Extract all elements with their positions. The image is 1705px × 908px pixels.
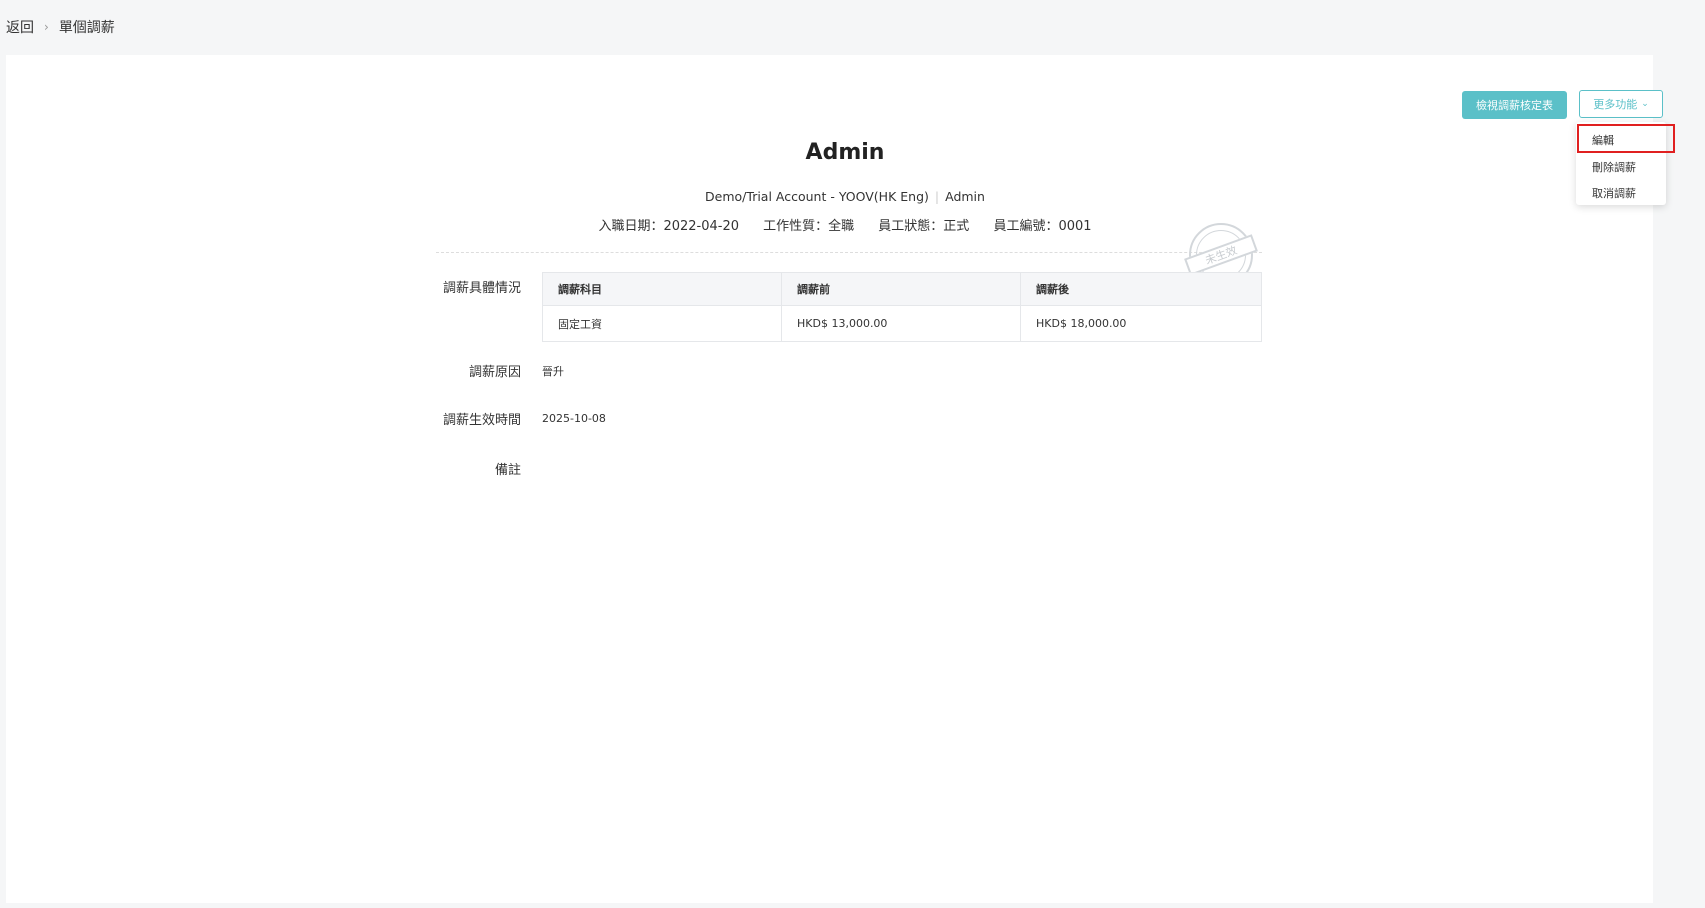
employee-company-line: Demo/Trial Account - YOOV(HK Eng) | Admin: [6, 189, 1684, 204]
details-label: 調薪具體情況: [442, 281, 521, 296]
reason-value: 晉升: [542, 365, 564, 378]
employee-role: Admin: [945, 189, 985, 204]
dashed-divider: [436, 252, 1262, 253]
chevron-down-icon: ⌄: [1641, 99, 1649, 109]
employee-info-line: 入職日期：2022-04-20 工作性質：全職 員工狀態：正式 員工編號：000…: [6, 215, 1684, 234]
main-card: 檢視調薪核定表 更多功能 ⌄ 編輯 刪除調薪 取消調薪 Admin Demo/T…: [6, 55, 1675, 903]
effective-date-value: 2025-10-08: [542, 412, 606, 425]
employee-status: 員工狀態：正式: [878, 219, 970, 234]
reason-label: 調薪原因: [468, 365, 521, 380]
table-header-item: 調薪科目: [542, 272, 782, 306]
more-functions-button[interactable]: 更多功能 ⌄: [1579, 90, 1663, 118]
breadcrumb-current: 單個調薪: [58, 20, 115, 36]
chevron-right-icon: ›: [44, 20, 49, 34]
more-functions-label: 更多功能: [1593, 98, 1638, 111]
employee-name: Admin: [805, 140, 885, 165]
salary-details-table: 調薪科目 調薪前 調薪後 固定工資 HKD$ 13,000.00 HKD$ 18…: [542, 272, 1262, 342]
table-cell-after: HKD$ 18,000.00: [1020, 305, 1262, 342]
breadcrumb-back-link[interactable]: 返回: [6, 17, 34, 37]
table-cell-item: 固定工資: [542, 305, 782, 342]
effective-date-label: 調薪生效時間: [442, 413, 521, 428]
join-date: 入職日期：2022-04-20: [598, 219, 739, 234]
table-header-row: 調薪科目 調薪前 調薪後: [542, 272, 1262, 306]
remark-label: 備註: [494, 463, 521, 478]
table-header-before: 調薪前: [781, 272, 1021, 306]
table-row: 固定工資 HKD$ 13,000.00 HKD$ 18,000.00: [542, 305, 1262, 342]
employee-number: 員工編號：0001: [993, 219, 1092, 234]
work-type: 工作性質：全職: [763, 219, 855, 234]
divider: |: [934, 189, 940, 204]
breadcrumb: 返回 › 單個調薪: [0, 0, 1705, 54]
view-salary-approval-button[interactable]: 檢視調薪核定表: [1462, 91, 1567, 119]
table-header-after: 調薪後: [1020, 272, 1262, 306]
company-name: Demo/Trial Account - YOOV(HK Eng): [705, 189, 929, 204]
table-cell-before: HKD$ 13,000.00: [781, 305, 1021, 342]
